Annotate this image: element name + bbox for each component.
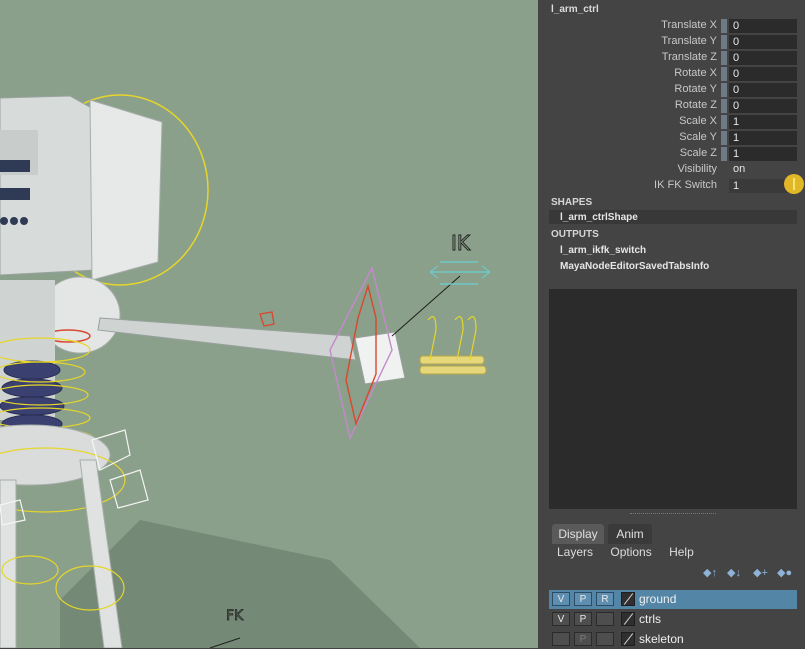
elbow-pole-control[interactable]	[259, 311, 275, 327]
layer-editor: Display Anim Layers Options Help ◆↑ ◆↓ ◆…	[546, 524, 805, 648]
new-layer-selected-icon[interactable]: ◆●	[777, 567, 792, 579]
ik-label: IK	[451, 231, 471, 255]
robot-head	[0, 95, 96, 276]
finger-controls[interactable]	[427, 316, 477, 361]
attr-label: Translate Z	[661, 51, 717, 63]
attr-keyable-indicator	[721, 147, 727, 161]
layer-playback-toggle[interactable]: P	[574, 632, 592, 646]
attribute-editor-panel: l_arm_ctrl Translate X 0 Translate Y 0 T…	[538, 0, 805, 648]
layer-color-swatch[interactable]	[621, 592, 635, 606]
robot-leg	[0, 479, 17, 648]
layer-name[interactable]: skeleton	[639, 632, 684, 646]
robot-face-panel	[89, 99, 163, 281]
layer-reference-toggle[interactable]	[596, 632, 614, 646]
robot-slot	[0, 160, 30, 172]
layer-color-swatch[interactable]	[621, 612, 635, 626]
attr-row-scale-x: Scale X 1	[538, 114, 805, 130]
rotate-x-field[interactable]: 0	[729, 67, 797, 81]
tab-display[interactable]: Display	[552, 524, 604, 544]
attr-label: IK FK Switch	[654, 179, 717, 191]
fk-label: FK	[226, 608, 244, 624]
attr-row-translate-x: Translate X 0	[538, 18, 805, 34]
translate-y-field[interactable]: 0	[729, 35, 797, 49]
robot-buttons	[0, 217, 28, 225]
ik-fk-switch-control[interactable]	[429, 261, 491, 285]
attr-keyable-indicator	[721, 115, 727, 129]
menu-layers[interactable]: Layers	[557, 545, 593, 559]
layer-name[interactable]: ground	[639, 592, 676, 606]
layer-visibility-toggle[interactable]	[552, 632, 570, 646]
outputs-heading: OUTPUTS	[551, 229, 599, 240]
output-item[interactable]: MayaNodeEditorSavedTabsInfo	[560, 261, 709, 272]
new-layer-icon[interactable]: ◆+	[753, 567, 768, 579]
menu-help[interactable]: Help	[669, 545, 694, 559]
attr-label: Scale Z	[679, 147, 717, 159]
attr-keyable-indicator	[721, 51, 727, 65]
layer-visibility-toggle[interactable]: V	[552, 612, 570, 626]
layer-reference-toggle[interactable]	[596, 612, 614, 626]
attr-label: Translate X	[661, 19, 717, 31]
node-name: l_arm_ctrl	[551, 4, 599, 15]
layer-playback-toggle[interactable]: P	[574, 592, 592, 606]
attr-keyable-indicator	[721, 19, 727, 33]
attr-row-rotate-z: Rotate Z 0	[538, 98, 805, 114]
attr-row-visibility: Visibility on	[538, 162, 805, 178]
layer-row-ground[interactable]: V P R ground	[549, 590, 797, 609]
attr-label: Rotate Z	[674, 99, 717, 111]
visibility-field[interactable]: on	[729, 163, 745, 175]
layer-playback-toggle[interactable]: P	[574, 612, 592, 626]
layer-row-ctrls[interactable]: V P ctrls	[549, 610, 797, 629]
keyed-indicator-icon[interactable]	[784, 174, 804, 194]
notes-area[interactable]	[549, 289, 797, 509]
viewport-scene[interactable]: IK FK	[0, 0, 538, 648]
attr-row-scale-y: Scale Y 1	[538, 130, 805, 146]
attr-keyable-indicator	[721, 35, 727, 49]
attr-row-translate-y: Translate Y 0	[538, 34, 805, 50]
menu-options[interactable]: Options	[610, 545, 651, 559]
layer-row-skeleton[interactable]: P skeleton	[549, 630, 797, 649]
attr-keyable-indicator	[721, 83, 727, 97]
tab-anim[interactable]: Anim	[608, 524, 652, 544]
attr-keyable-indicator	[721, 67, 727, 81]
attr-row-rotate-y: Rotate Y 0	[538, 82, 805, 98]
attr-label: Rotate Y	[674, 83, 717, 95]
layer-visibility-toggle[interactable]: V	[552, 592, 570, 606]
attr-label: Scale Y	[679, 131, 717, 143]
shapes-heading: SHAPES	[551, 197, 593, 208]
scale-y-field[interactable]: 1	[729, 131, 797, 145]
attr-row-translate-z: Translate Z 0	[538, 50, 805, 66]
attr-label: Scale X	[679, 115, 717, 127]
scale-z-field[interactable]: 1	[729, 147, 797, 161]
rotate-y-field[interactable]: 0	[729, 83, 797, 97]
attr-label: Translate Y	[661, 35, 717, 47]
move-layer-down-icon[interactable]: ◆↓	[727, 567, 741, 579]
rotate-z-field[interactable]: 0	[729, 99, 797, 113]
move-layer-up-icon[interactable]: ◆↑	[703, 567, 717, 579]
attr-row-scale-z: Scale Z 1	[538, 146, 805, 162]
3d-viewport[interactable]: IK FK	[0, 0, 538, 648]
robot-slot	[0, 188, 30, 200]
shape-item[interactable]: l_arm_ctrlShape	[560, 212, 638, 223]
translate-z-field[interactable]: 0	[729, 51, 797, 65]
attr-row-rotate-x: Rotate X 0	[538, 66, 805, 82]
scale-x-field[interactable]: 1	[729, 115, 797, 129]
layer-color-swatch[interactable]	[621, 632, 635, 646]
robot-arm	[97, 317, 357, 361]
attr-keyable-indicator	[721, 99, 727, 113]
attr-row-ik-fk-switch: IK FK Switch 1	[538, 178, 805, 194]
layer-menu-bar: Layers Options Help	[557, 545, 708, 559]
translate-x-field[interactable]: 0	[729, 19, 797, 33]
attr-label: Rotate X	[674, 67, 717, 79]
output-item[interactable]: l_arm_ikfk_switch	[560, 245, 646, 256]
attr-label: Visibility	[677, 163, 717, 175]
ik-switch-leader-line	[391, 275, 461, 337]
layer-name[interactable]: ctrls	[639, 612, 661, 626]
resize-grip[interactable]	[630, 513, 716, 516]
attr-keyable-indicator	[721, 131, 727, 145]
layer-reference-toggle[interactable]: R	[596, 592, 614, 606]
